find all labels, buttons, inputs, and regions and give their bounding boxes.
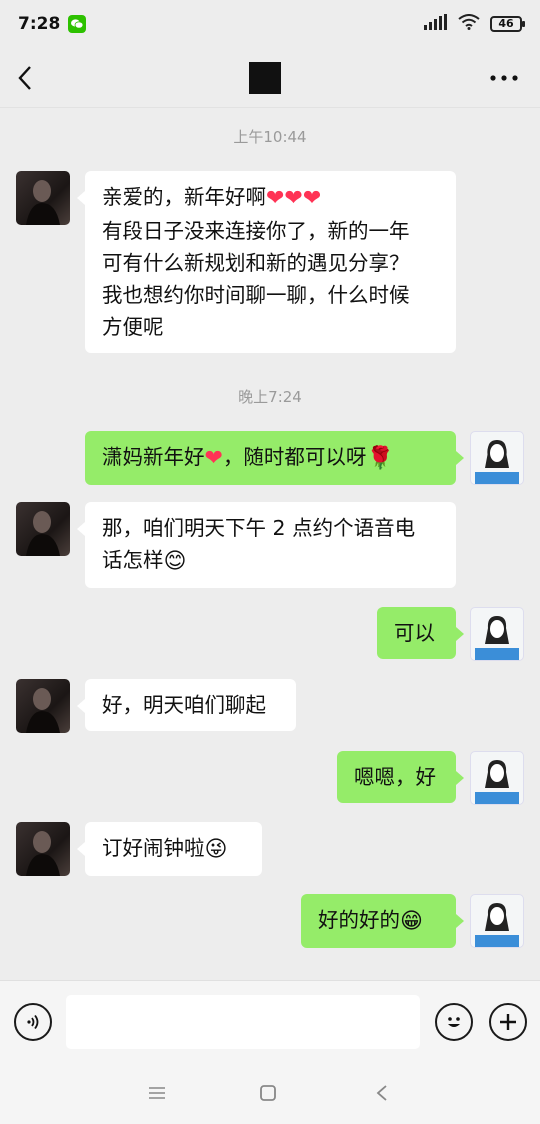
grin-emoji: 😁 <box>400 909 423 934</box>
message-bubble-incoming[interactable]: 订好闹钟啦😜 <box>77 822 262 876</box>
message-text: 好，明天咱们聊起 <box>102 693 266 717</box>
avatar[interactable] <box>16 171 70 225</box>
message-text: 可以 <box>394 621 435 645</box>
avatar[interactable] <box>16 502 70 556</box>
avatar[interactable] <box>16 822 70 876</box>
message-bubble-outgoing[interactable]: 嗯嗯，好 <box>337 751 464 803</box>
message-bubble-outgoing[interactable]: 好的好的😁 <box>301 894 464 948</box>
message-bubble-incoming[interactable]: 亲爱的，新年好啊❤❤❤ 有段日子没来连接你了，新的一年 可有什么新规划和新的遇见… <box>77 171 456 353</box>
message-text: 亲爱的，新年好啊 <box>102 185 266 209</box>
timestamp: 晚上7:24 <box>238 388 302 406</box>
message-text: 潇妈新年好 <box>102 445 205 469</box>
message-bubble-incoming[interactable]: 好，明天咱们聊起 <box>77 679 296 731</box>
heart-emoji: ❤ <box>204 446 223 471</box>
wechat-icon <box>68 15 87 33</box>
voice-icon[interactable] <box>14 1003 52 1041</box>
smiley-icon[interactable] <box>435 1003 473 1041</box>
message-text: 订好闹钟啦 <box>102 836 205 860</box>
menu-icon[interactable] <box>142 1078 172 1108</box>
back-triangle-icon[interactable] <box>367 1078 397 1108</box>
battery-icon: 46 <box>490 16 525 32</box>
message-text: 嗯嗯，好 <box>354 765 436 789</box>
avatar[interactable] <box>16 679 70 733</box>
message-input[interactable] <box>66 995 420 1049</box>
message-text: 方便呢 <box>102 315 164 339</box>
wifi-icon <box>458 13 480 35</box>
wink-emoji: 😜 <box>204 837 228 862</box>
status-bar: 7:28 46 <box>0 0 540 48</box>
message-text: 话怎样 <box>102 548 164 572</box>
avatar-self[interactable] <box>470 894 524 948</box>
avatar-self[interactable] <box>470 607 524 661</box>
message-text: 好的好的 <box>318 908 400 932</box>
timestamp: 上午10:44 <box>233 128 307 146</box>
avatar-self[interactable] <box>470 751 524 805</box>
message-text: ，随时都可以呀 <box>222 445 367 469</box>
chat-area[interactable]: 上午10:44 亲爱的，新年好啊❤❤❤ 有段日子没来连接你了，新的一年 可有什么… <box>0 108 540 980</box>
message-bubble-outgoing[interactable]: 潇妈新年好❤，随时都可以呀🌹 <box>85 431 464 485</box>
status-time: 7:28 <box>18 14 61 34</box>
smile-emoji: 😊 <box>163 549 187 574</box>
more-dots-icon[interactable] <box>484 58 524 98</box>
message-text: 那，咱们明天下午 2 点约个语音电 <box>102 516 416 540</box>
message-bubble-incoming[interactable]: 那，咱们明天下午 2 点约个语音电 话怎样😊 <box>77 502 456 588</box>
chat-header <box>0 48 540 108</box>
message-text: 有段日子没来连接你了，新的一年 <box>102 219 410 243</box>
rose-emoji: 🌹 <box>366 446 394 471</box>
message-bubble-outgoing[interactable]: 可以 <box>377 607 464 659</box>
input-bar <box>0 980 540 1062</box>
home-square-icon[interactable] <box>253 1078 283 1108</box>
plus-icon[interactable] <box>489 1003 527 1041</box>
message-text: 可有什么新规划和新的遇见分享？ <box>102 251 410 275</box>
avatar-self[interactable] <box>470 431 524 485</box>
chevron-left-icon[interactable] <box>16 58 46 98</box>
system-nav-bar <box>0 1062 540 1124</box>
signal-icon <box>424 13 448 35</box>
heart-emoji: ❤❤❤ <box>266 186 322 211</box>
contact-name-redacted <box>249 61 281 94</box>
message-text: 我也想约你时间聊一聊，什么时候 <box>102 283 410 307</box>
